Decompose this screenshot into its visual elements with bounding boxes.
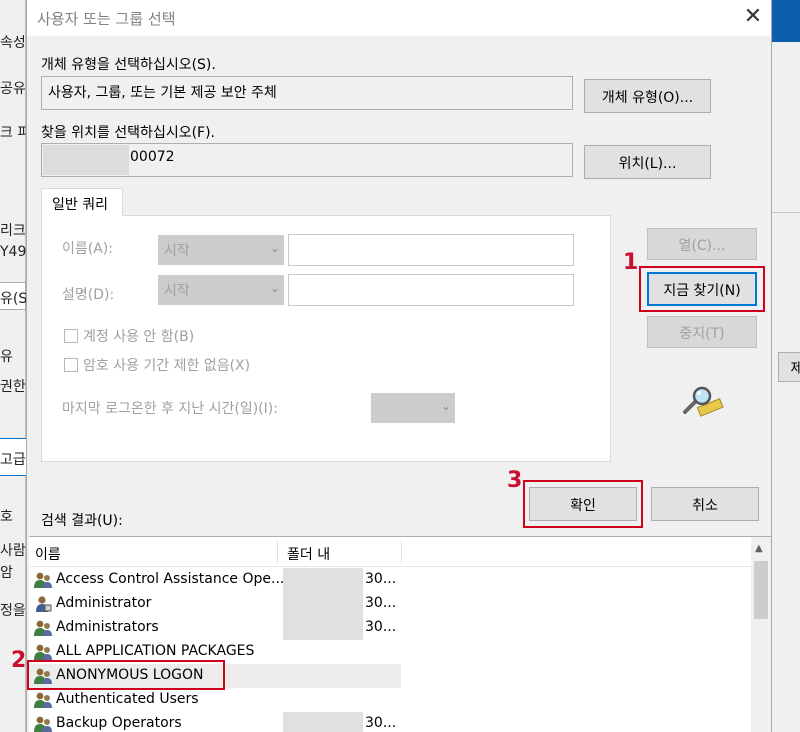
bg-divider — [772, 212, 800, 213]
location-value: 00072 — [130, 149, 175, 165]
description-condition-combo[interactable]: 시작 ⌄ — [158, 275, 284, 305]
bg-text: 리크 — [0, 223, 26, 239]
name-condition-combo[interactable]: 시작 ⌄ — [158, 235, 284, 265]
bg-text: 공유 — [0, 81, 26, 97]
results-header: 이름 폴더 내 — [29, 537, 751, 567]
table-row[interactable]: Authenticated Users — [29, 688, 751, 712]
chevron-down-icon: ⌄ — [269, 281, 280, 295]
bg-text: 사람 — [0, 543, 26, 559]
user-group-icon — [34, 716, 52, 732]
bg-text: 크 피 — [0, 125, 26, 141]
close-icon[interactable]: ✕ — [741, 6, 765, 30]
annotation-box-ok — [523, 480, 643, 528]
description-condition-value: 시작 — [164, 283, 190, 299]
title-bar: 사용자 또는 그룹 선택 ✕ — [27, 0, 771, 36]
common-queries-panel: 이름(A): 시작 ⌄ 설명(D): 시작 ⌄ 계정 사용 안 함(B) 암호 … — [41, 215, 611, 462]
column-divider — [277, 541, 278, 563]
bg-text: 속성 — [0, 35, 26, 51]
search-results-label: 검색 결과(U): — [41, 513, 123, 529]
bg-titlebar — [772, 0, 800, 42]
column-divider — [401, 541, 402, 563]
redacted-block — [43, 145, 129, 175]
row-name: Administrators — [56, 619, 159, 635]
object-type-label: 개체 유형을 선택하십시오(S). — [41, 57, 216, 73]
search-results-list[interactable]: 이름 폴더 내 Access Control Assistance Ope...… — [29, 536, 771, 732]
bg-text: Y49 — [0, 244, 26, 260]
bg-text: 권한 — [0, 379, 26, 395]
search-icon — [683, 386, 724, 417]
object-type-field: 사용자, 그룹, 또는 기본 제공 보안 주체 — [41, 76, 573, 110]
redacted-block — [283, 592, 363, 616]
bg-text: 암 — [0, 565, 13, 581]
description-input[interactable] — [288, 274, 574, 306]
dialog-title: 사용자 또는 그룹 선택 — [37, 10, 176, 28]
bg-text: 유 — [0, 349, 13, 365]
bg-text: 호 — [0, 509, 13, 525]
user-group-icon — [34, 692, 52, 708]
bg-button: 제 — [778, 352, 800, 382]
chevron-down-icon: ⌄ — [269, 241, 280, 255]
days-since-logon-combo[interactable]: ⌄ — [371, 393, 455, 423]
annotation-label-2: 2 — [11, 648, 27, 673]
table-row[interactable]: Access Control Assistance Ope... 30... — [29, 568, 751, 592]
tab-common-queries[interactable]: 일반 쿼리 — [41, 188, 123, 216]
vertical-scrollbar[interactable]: ▲ — [751, 537, 771, 732]
disabled-accounts-checkbox[interactable] — [64, 329, 78, 343]
non-expiring-password-checkbox[interactable] — [64, 358, 78, 372]
row-folder: 30... — [365, 571, 397, 587]
location-field: 00072 — [41, 143, 573, 177]
user-group-icon — [34, 644, 52, 660]
bg-selected-item: 고급 — [0, 438, 26, 476]
annotation-label-3: 3 — [507, 468, 523, 493]
user-group-icon — [34, 572, 52, 588]
row-name: Access Control Assistance Ope... — [56, 571, 285, 587]
object-types-button[interactable]: 개체 유형(O)... — [584, 79, 711, 113]
row-name: Backup Operators — [56, 715, 182, 731]
name-condition-value: 시작 — [164, 243, 190, 259]
user-group-icon — [34, 620, 52, 636]
table-row[interactable]: Administrator 30... — [29, 592, 751, 616]
table-row[interactable]: Backup Operators 30... — [29, 712, 751, 732]
non-expiring-password-label: 암호 사용 기간 제한 없음(X) — [83, 358, 251, 374]
cancel-button[interactable]: 취소 — [651, 487, 759, 521]
user-icon — [36, 596, 52, 612]
description-label: 설명(D): — [62, 287, 115, 303]
background-window-right: 제 — [772, 0, 800, 732]
columns-button[interactable]: 열(C)... — [647, 228, 757, 260]
column-header-name[interactable]: 이름 — [35, 544, 61, 564]
bg-tab: 유(S — [0, 282, 26, 310]
name-input[interactable] — [288, 234, 574, 266]
row-name: Administrator — [56, 595, 152, 611]
scroll-up-icon[interactable]: ▲ — [755, 543, 763, 554]
column-header-folder[interactable]: 폴더 내 — [287, 544, 330, 564]
row-name: ALL APPLICATION PACKAGES — [56, 643, 255, 659]
row-folder: 30... — [365, 619, 397, 635]
annotation-box-find-now — [639, 266, 765, 312]
scrollbar-thumb[interactable] — [754, 561, 768, 619]
annotation-label-1: 1 — [623, 250, 639, 275]
annotation-box-anonymous-logon — [27, 660, 225, 690]
chevron-down-icon: ⌄ — [440, 399, 451, 413]
name-label: 이름(A): — [62, 241, 113, 257]
redacted-block — [283, 616, 363, 640]
select-users-or-groups-dialog: 사용자 또는 그룹 선택 ✕ 개체 유형을 선택하십시오(S). 사용자, 그룹… — [11, 0, 772, 732]
background-window-left: 속성 공유 크 피 리크 Y49 유(S 유 권한 고급 호 사람 암 정을 — [0, 0, 26, 732]
redacted-block — [283, 712, 363, 732]
table-row[interactable]: Administrators 30... — [29, 616, 751, 640]
stop-button[interactable]: 중지(T) — [647, 316, 757, 348]
bg-text: 정을 — [0, 603, 26, 619]
row-folder: 30... — [365, 715, 397, 731]
locations-button[interactable]: 위치(L)... — [584, 145, 711, 179]
days-since-logon-label: 마지막 로그온한 후 지난 시간(일)(I): — [62, 401, 278, 417]
disabled-accounts-label: 계정 사용 안 함(B) — [83, 329, 195, 345]
location-label: 찾을 위치를 선택하십시오(F). — [41, 125, 216, 141]
row-name: Authenticated Users — [56, 691, 199, 707]
row-folder: 30... — [365, 595, 397, 611]
redacted-block — [283, 568, 363, 592]
